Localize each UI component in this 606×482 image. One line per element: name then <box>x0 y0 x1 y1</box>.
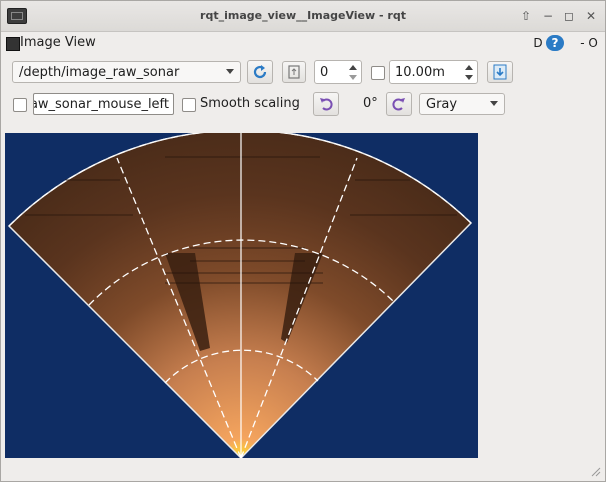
value-spinbox[interactable]: 0 <box>314 60 362 84</box>
range-down-icon[interactable] <box>465 75 473 80</box>
rotate-right-icon <box>392 98 405 111</box>
dock-close-button[interactable]: - O <box>575 35 603 51</box>
maximize-button[interactable]: ◻ <box>561 8 577 24</box>
refresh-topics-button[interactable] <box>247 60 273 84</box>
max-range-value: 10.00m <box>395 65 445 80</box>
window-title: rqt_image_view__ImageView - rqt <box>200 9 406 22</box>
range-checkbox[interactable] <box>371 66 385 80</box>
topic-combobox[interactable]: /depth/image_raw_sonar <box>12 61 241 83</box>
save-image-button[interactable] <box>487 61 513 83</box>
close-button[interactable]: ✕ <box>583 8 599 24</box>
spinbox-value: 0 <box>320 65 329 80</box>
help-icon[interactable]: ? <box>546 35 564 51</box>
smooth-scaling-checkbox[interactable] <box>182 98 196 112</box>
grip-icon[interactable] <box>591 467 601 477</box>
zoom-fit-button[interactable] <box>282 61 306 83</box>
rotate-left-icon <box>320 98 333 111</box>
chevron-down-icon <box>226 69 234 74</box>
smooth-scaling-label: Smooth scaling <box>200 96 300 111</box>
main-window: rqt_image_view__ImageView - rqt ⇧ − ◻ ✕ … <box>0 0 606 482</box>
zoom-fit-icon <box>288 65 300 79</box>
title-bar: rqt_image_view__ImageView - rqt ⇧ − ◻ ✕ <box>1 1 605 32</box>
dock-d-button[interactable]: D <box>531 35 545 51</box>
rotate-right-button[interactable] <box>386 92 412 116</box>
stay-on-top-button[interactable]: ⇧ <box>518 8 534 24</box>
colormap-value: Gray <box>426 97 458 112</box>
dock-icon <box>6 37 20 51</box>
rotate-left-button[interactable] <box>313 92 339 116</box>
minimize-button[interactable]: − <box>540 8 556 24</box>
spin-down-icon[interactable] <box>349 75 357 80</box>
mouse-publish-checkbox[interactable] <box>13 98 27 112</box>
spin-up-icon[interactable] <box>349 65 357 70</box>
refresh-icon <box>253 65 267 79</box>
sonar-image-view[interactable] <box>5 133 478 458</box>
colormap-chevron-icon <box>490 101 498 106</box>
mouse-topic-field[interactable]: aw_sonar_mouse_left <box>33 93 174 115</box>
dock-title: Image View <box>20 35 96 50</box>
range-up-icon[interactable] <box>465 65 473 70</box>
max-range-spinbox[interactable]: 10.00m <box>389 60 478 84</box>
save-icon <box>493 64 507 80</box>
colormap-combobox[interactable]: Gray <box>419 93 505 115</box>
rotation-label: 0° <box>363 96 378 111</box>
topic-value: /depth/image_raw_sonar <box>19 65 180 80</box>
mouse-topic-value: aw_sonar_mouse_left <box>33 97 169 112</box>
sonar-image[interactable] <box>5 133 478 458</box>
